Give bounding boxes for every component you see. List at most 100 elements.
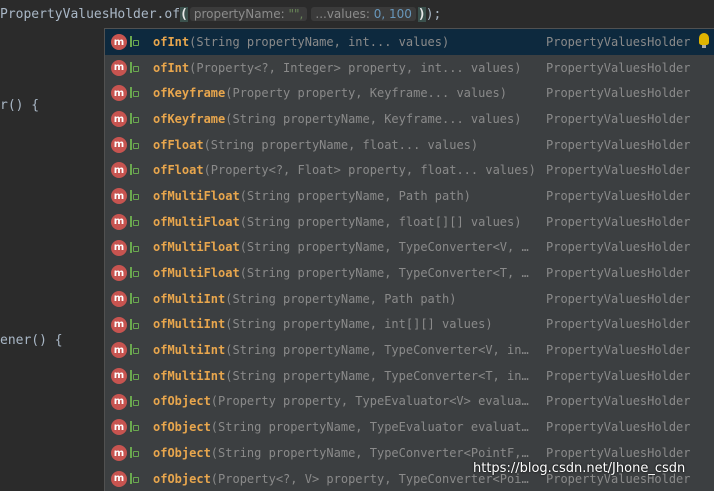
public-visibility-icon	[130, 344, 140, 356]
completion-item-signature: (String propertyName, float... values)	[203, 137, 479, 152]
completion-item-signature: (String propertyName, TypeConverter<V, i…	[225, 343, 529, 358]
completion-item-return-type: PropertyValuesHolder	[546, 86, 691, 101]
completion-item-text: ofMultiFloat(String propertyName, float[…	[153, 215, 521, 229]
method-m-icon: m	[111, 470, 127, 487]
completion-item-text: ofObject(Property property, TypeEvaluato…	[153, 394, 529, 408]
completion-item-signature: (String propertyName, TypeEvaluator eval…	[210, 420, 529, 435]
method-m-icon: m	[111, 34, 127, 50]
completion-item[interactable]: m PropertyValuesHolder ofMultiInt(String p…	[105, 363, 714, 389]
lightbulb-icon[interactable]	[699, 33, 709, 48]
public-visibility-icon	[130, 164, 140, 176]
completion-item[interactable]: m PropertyValuesHolder ofMultiFloat(String…	[105, 209, 714, 235]
completion-item-signature: (String propertyName, TypeConverter<T, i…	[225, 368, 529, 383]
completion-item-return-type: PropertyValuesHolder	[546, 214, 691, 229]
editor-current-line[interactable]: PropertyValuesHolder. of(propertyName: ""…	[0, 0, 714, 28]
public-visibility-icon	[130, 447, 140, 458]
completion-item-text: ofMultiInt(String propertyName, TypeConv…	[153, 369, 529, 383]
editor-line-suffix: );	[425, 6, 442, 22]
completion-item-name: ofKeyframe	[153, 111, 226, 126]
completion-item-name: ofInt	[153, 60, 190, 75]
completion-item-name: ofKeyframe	[153, 86, 226, 101]
completion-item-return-type: PropertyValuesHolder	[546, 394, 691, 409]
completion-item-text: ofMultiFloat(String propertyName, Path p…	[153, 189, 471, 203]
method-m-icon: m	[111, 136, 127, 153]
completion-item-return-type: PropertyValuesHolder	[546, 343, 691, 358]
completion-item-return-type: PropertyValuesHolder	[546, 445, 691, 460]
completion-item-text: ofObject(String propertyName, TypeConver…	[153, 446, 529, 460]
completion-item-signature: (String propertyName, TypeConverter<T, …	[239, 266, 529, 281]
completion-item[interactable]: m PropertyValuesHolder ofObject(String pro…	[105, 414, 714, 440]
completion-item-name: ofMultiFloat	[153, 240, 240, 255]
method-m-icon: m	[111, 59, 127, 76]
completion-item[interactable]: m PropertyValuesHolder ofKeyframe(String p…	[105, 106, 714, 132]
completion-item-text: ofMultiInt(String propertyName, Path pat…	[153, 292, 456, 306]
completion-item-return-type: PropertyValuesHolder	[546, 163, 691, 178]
completion-item[interactable]: m PropertyValuesHolder ofMultiInt(String p…	[105, 337, 714, 363]
completion-item-name: ofMultiInt	[153, 368, 226, 383]
completion-item[interactable]: m PropertyValuesHolder ofMultiFloat(String…	[105, 235, 714, 261]
editor-method-call: of	[164, 6, 181, 22]
completion-item-return-type: PropertyValuesHolder	[546, 317, 691, 332]
public-visibility-icon	[130, 61, 140, 73]
completion-item[interactable]: m PropertyValuesHolder ofMultiFloat(String…	[105, 260, 714, 286]
method-m-icon: m	[111, 393, 127, 410]
completion-item-signature: (Property<?, Integer> property, int... v…	[189, 60, 522, 75]
method-m-icon: m	[111, 239, 127, 256]
completion-item-name: ofObject	[153, 394, 211, 409]
completion-item-signature: (String propertyName, float[][] values)	[239, 214, 522, 229]
completion-popup[interactable]: m PropertyValuesHolder ofInt (String proper…	[104, 28, 714, 491]
public-visibility-icon	[130, 395, 140, 407]
completion-item-name: ofFloat	[153, 137, 204, 152]
public-visibility-icon	[130, 318, 140, 330]
completion-item-return-type: PropertyValuesHolder	[546, 137, 691, 152]
method-m-icon: m	[111, 111, 127, 128]
completion-item-text: ofMultiInt(String propertyName, TypeConv…	[153, 343, 529, 357]
completion-item[interactable]: m PropertyValuesHolder ofFloat(String prop…	[105, 132, 714, 158]
completion-item-text: ofFloat(Property<?, Float> property, flo…	[153, 163, 536, 177]
method-m-icon: m	[111, 213, 127, 230]
method-m-icon: m	[111, 265, 127, 282]
editor-line-prefix: PropertyValuesHolder.	[0, 6, 165, 22]
method-m-icon: m	[111, 188, 127, 205]
completion-item-name: ofMultiFloat	[153, 188, 240, 203]
completion-item[interactable]: m PropertyValuesHolder ofInt(Property<?, I…	[105, 55, 714, 81]
completion-item-return-type: PropertyValuesHolder	[546, 111, 691, 126]
method-m-icon: m	[111, 316, 127, 333]
completion-item[interactable]: m PropertyValuesHolder ofInt(String proper…	[105, 29, 714, 55]
completion-item-text: ofInt(Property<?, Integer> property, int…	[153, 61, 521, 75]
public-visibility-icon	[130, 241, 140, 253]
completion-item-name: ofMultiInt	[153, 317, 226, 332]
completion-item-text: ofObject(String propertyName, TypeEvalua…	[153, 420, 529, 434]
completion-item-name: ofInt	[153, 34, 190, 49]
completion-item-return-type: PropertyValuesHolder	[546, 188, 691, 203]
completion-item-signature: (String propertyName, Path path)	[239, 188, 471, 203]
completion-item[interactable]: m PropertyValuesHolder ofObject(Property p…	[105, 389, 714, 415]
completion-item[interactable]: m PropertyValuesHolder ofFloat(Property<?,…	[105, 157, 714, 183]
method-m-icon: m	[111, 445, 127, 461]
completion-item-text: ofKeyframe(Property property, Keyframe..…	[153, 86, 507, 100]
completion-item-name: ofMultiFloat	[153, 266, 240, 281]
completion-item-name: ofMultiInt	[153, 343, 226, 358]
watermark: https://blog.csdn.net/Jhone_csdn	[473, 461, 686, 476]
completion-item-name: ofMultiFloat	[153, 214, 240, 229]
completion-item[interactable]: m PropertyValuesHolder ofKeyframe(Property…	[105, 80, 714, 106]
property-name-value: "",	[288, 7, 304, 21]
completion-item-text: ofFloat(String propertyName, float... va…	[153, 138, 478, 152]
public-visibility-icon	[130, 138, 140, 150]
method-m-icon: m	[111, 290, 127, 307]
completion-item[interactable]: m PropertyValuesHolder ofMultiFloat(String…	[105, 183, 714, 209]
public-visibility-icon	[130, 190, 140, 202]
public-visibility-icon	[130, 113, 140, 125]
editor-code-fragment-2: ener() {	[0, 333, 63, 348]
completion-item-text: ofMultiInt(String propertyName, int[][] …	[153, 317, 493, 331]
public-visibility-icon	[130, 267, 140, 279]
completion-item-return-type: PropertyValuesHolder	[546, 266, 691, 281]
completion-item-text: ofMultiFloat(String propertyName, TypeCo…	[153, 240, 529, 254]
completion-item-name: ofFloat	[153, 163, 204, 178]
values-value: 0, 100	[373, 7, 412, 21]
public-visibility-icon	[130, 421, 140, 433]
completion-item-return-type: PropertyValuesHolder	[546, 291, 691, 306]
completion-item[interactable]: m PropertyValuesHolder ofMultiInt(String p…	[105, 286, 714, 312]
completion-item[interactable]: m PropertyValuesHolder ofMultiInt(String p…	[105, 312, 714, 338]
public-visibility-icon	[130, 215, 140, 227]
